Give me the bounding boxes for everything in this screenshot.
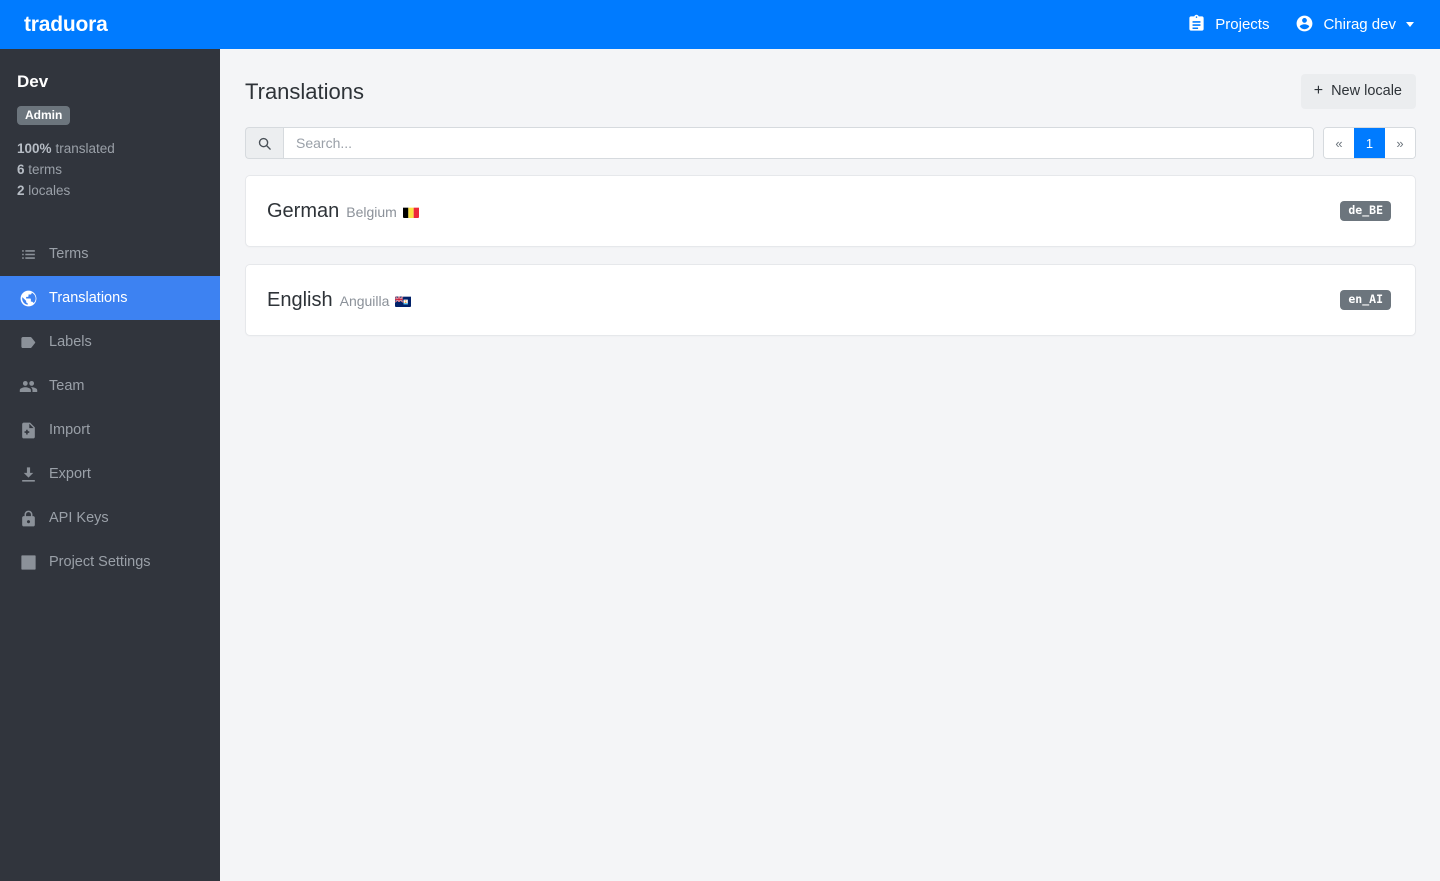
globe-icon xyxy=(18,288,38,308)
stat-translated-value: 100% xyxy=(17,141,52,156)
people-icon xyxy=(18,376,38,396)
stat-terms-value: 6 xyxy=(17,162,25,177)
locale-country: Anguilla xyxy=(339,293,390,309)
belgium-flag-icon xyxy=(402,206,419,218)
sidebar-project-name: Dev xyxy=(17,72,49,91)
sidebar-item-label: Export xyxy=(49,466,91,482)
stat-translated-label: translated xyxy=(55,141,115,156)
sidebar-item-team[interactable]: Team xyxy=(0,364,220,408)
sidebar-item-label: Project Settings xyxy=(49,554,151,570)
page-header: Translations + New locale xyxy=(220,49,1440,111)
app-logo[interactable]: traduora xyxy=(24,14,108,35)
locale-row-de-be[interactable]: German Belgium de_BE xyxy=(245,175,1416,247)
navbar-right-group: Projects Chirag dev xyxy=(1187,14,1414,36)
stat-locales-label: locales xyxy=(28,183,71,198)
sidebar-role-badge: Admin xyxy=(17,106,71,125)
sidebar-item-export[interactable]: Export xyxy=(0,452,220,496)
sidebar-item-label: API Keys xyxy=(49,510,109,526)
sidebar-item-api-keys[interactable]: API Keys xyxy=(0,496,220,540)
stat-terms: 6 terms xyxy=(17,159,203,180)
locale-identity: German Belgium xyxy=(267,201,419,221)
search-icon[interactable] xyxy=(245,127,283,159)
nav-projects-link[interactable]: Projects xyxy=(1187,14,1269,36)
clipboard-icon xyxy=(1187,14,1206,36)
sidebar-project-header: Dev Admin 100% translated 6 terms 2 local… xyxy=(0,49,220,201)
tag-icon xyxy=(18,332,38,352)
pagination: « 1 » xyxy=(1323,127,1416,159)
pagination-page-1[interactable]: 1 xyxy=(1354,128,1385,158)
sidebar-item-label: Terms xyxy=(49,246,89,262)
locale-row-en-ai[interactable]: English Anguilla en_AI xyxy=(245,264,1416,336)
sidebar-item-project-settings[interactable]: Project Settings xyxy=(0,540,220,584)
sidebar-item-import[interactable]: Import xyxy=(0,408,220,452)
sidebar-item-labels[interactable]: Labels xyxy=(0,320,220,364)
search-toolbar: « 1 » xyxy=(220,127,1440,159)
download-icon xyxy=(18,464,38,484)
stat-locales: 2 locales xyxy=(17,180,203,201)
list-icon xyxy=(18,244,38,264)
nav-projects-label: Projects xyxy=(1215,16,1270,33)
gear-icon xyxy=(18,552,38,572)
top-navbar: traduora Projects Chirag dev xyxy=(0,0,1440,49)
sidebar-item-label: Import xyxy=(49,422,91,438)
locale-code-badge: en_AI xyxy=(1340,289,1391,311)
chevron-down-icon xyxy=(1406,22,1414,27)
plus-icon: + xyxy=(1313,82,1324,99)
locale-language: German xyxy=(267,200,340,222)
sidebar-item-label: Team xyxy=(49,378,85,394)
sidebar-nav-list: Terms Translations Labels Team Import Ex… xyxy=(0,232,220,584)
stat-terms-label: terms xyxy=(28,162,63,177)
locale-identity: English Anguilla xyxy=(267,289,412,311)
sidebar-item-translations[interactable]: Translations xyxy=(0,276,220,320)
account-circle-icon xyxy=(1295,14,1314,36)
search-group xyxy=(245,127,1314,159)
stat-locales-value: 2 xyxy=(17,183,25,198)
sidebar-project-stats: 100% translated 6 terms 2 locales xyxy=(17,138,203,201)
locale-list: German Belgium de_BE English Anguilla en… xyxy=(220,175,1440,336)
sidebar-item-label: Labels xyxy=(49,334,92,350)
sidebar-item-terms[interactable]: Terms xyxy=(0,232,220,276)
pagination-prev-button[interactable]: « xyxy=(1324,128,1354,158)
new-locale-button[interactable]: + New locale xyxy=(1300,74,1416,109)
lock-icon xyxy=(18,508,38,528)
sidebar: Dev Admin 100% translated 6 terms 2 local… xyxy=(0,49,220,881)
stat-translated: 100% translated xyxy=(17,138,203,159)
locale-code-badge: de_BE xyxy=(1340,200,1391,222)
locale-country: Belgium xyxy=(346,204,397,220)
locale-language: English xyxy=(267,289,333,311)
pagination-next-button[interactable]: » xyxy=(1385,128,1415,158)
nav-user-label: Chirag dev xyxy=(1323,16,1396,33)
sidebar-item-label: Translations xyxy=(49,290,128,306)
anguilla-flag-icon xyxy=(395,295,412,307)
page-title: Translations xyxy=(245,78,365,104)
search-input[interactable] xyxy=(283,127,1314,159)
new-locale-button-label: New locale xyxy=(1331,82,1402,99)
nav-user-menu[interactable]: Chirag dev xyxy=(1295,14,1414,36)
file-plus-icon xyxy=(18,420,38,440)
main-content: Translations + New locale « 1 » German B… xyxy=(220,49,1440,881)
